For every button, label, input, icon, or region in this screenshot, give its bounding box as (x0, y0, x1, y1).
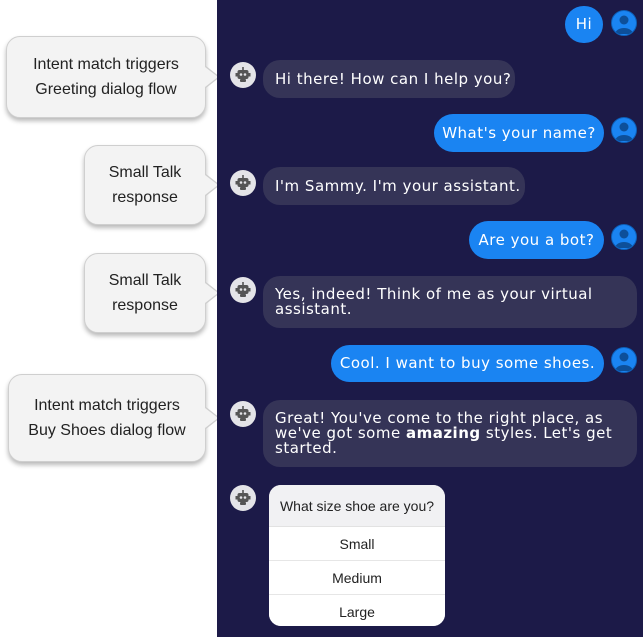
annotation-line: response (112, 297, 178, 314)
robot-icon (230, 401, 256, 427)
quick-reply-option-small[interactable]: Small (269, 527, 445, 561)
bot-message-line: started. (275, 439, 338, 457)
robot-icon (230, 485, 256, 511)
user-message: What's your name? (434, 114, 604, 152)
robot-icon (230, 62, 256, 88)
user-avatar-icon (611, 10, 637, 36)
annotation-buy-shoes-flow: Intent match triggers Buy Shoes dialog f… (8, 374, 220, 462)
user-avatar-icon (611, 117, 637, 143)
annotation-line: Intent match triggers (34, 397, 180, 414)
user-message: Are you a bot? (469, 221, 604, 259)
robot-icon (230, 277, 256, 303)
annotation-line: Buy Shoes dialog flow (28, 422, 186, 439)
text-run: styles. Let's get (480, 424, 613, 442)
bot-message: Great! You've come to the right place, a… (263, 400, 637, 467)
quick-reply-card: What size shoe are you? Small Medium Lar… (269, 485, 445, 626)
bot-message: Hi there! How can I help you? (263, 60, 515, 98)
annotation-line: Small Talk (108, 164, 182, 181)
emphasis-text: amazing (405, 424, 481, 442)
annotation-line: response (112, 189, 178, 206)
quick-reply-option-large[interactable]: Large (269, 595, 445, 626)
annotation-pane: Intent match triggers Greeting dialog fl… (0, 0, 220, 637)
annotation-small-talk-2: Small Talk response (84, 253, 220, 333)
bot-message-line: assistant. (275, 300, 353, 318)
user-avatar-icon (611, 224, 637, 250)
annotation-line: Small Talk (108, 272, 182, 289)
quick-reply-prompt: What size shoe are you? (269, 485, 445, 527)
annotation-greeting-flow: Intent match triggers Greeting dialog fl… (6, 36, 220, 118)
quick-reply-option-medium[interactable]: Medium (269, 561, 445, 595)
bot-message: Yes, indeed! Think of me as your virtual… (263, 276, 637, 328)
bot-message: I'm Sammy. I'm your assistant. (263, 167, 525, 205)
annotation-small-talk-1: Small Talk response (84, 145, 220, 225)
robot-icon (230, 170, 256, 196)
user-message: Hi (565, 6, 603, 43)
user-avatar-icon (611, 347, 637, 373)
annotation-line: Intent match triggers (33, 56, 179, 73)
user-message: Cool. I want to buy some shoes. (331, 345, 604, 382)
annotation-line: Greeting dialog flow (35, 81, 177, 98)
